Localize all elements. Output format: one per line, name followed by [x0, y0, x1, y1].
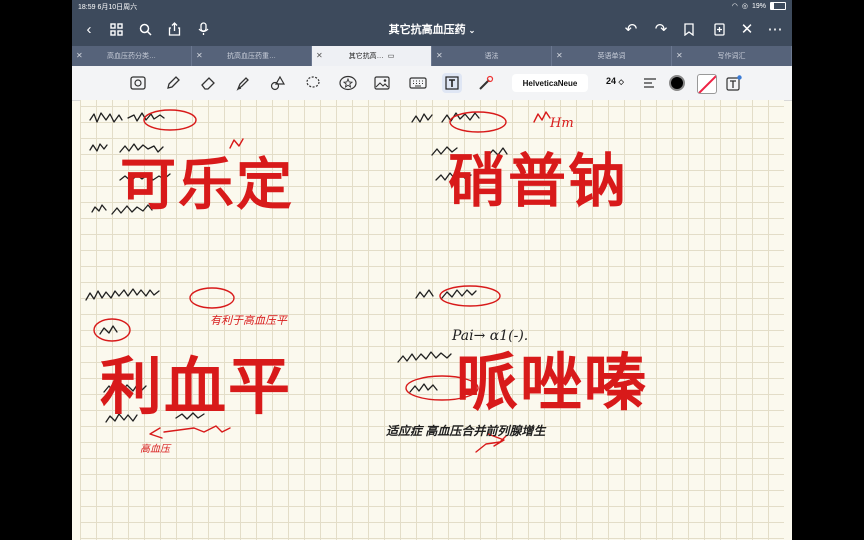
- drug-name-nitroprusside: 硝普钠: [448, 147, 629, 215]
- add-page-icon[interactable]: [708, 18, 730, 40]
- tab-1[interactable]: ✕ 高血压药分类…: [72, 46, 192, 66]
- handwritten-hm-note: Hm: [550, 116, 574, 131]
- page-icon: ▭: [387, 53, 395, 60]
- font-family-selector[interactable]: HelveticaNeue: [512, 74, 588, 92]
- drug-name-clonidine: 可乐定: [120, 153, 294, 218]
- handwritten-pai-note: Pai→ α1(-).: [452, 328, 529, 344]
- tab-4[interactable]: ✕ 语法: [432, 46, 552, 66]
- tab-close-icon[interactable]: ✕: [676, 51, 683, 60]
- shapes-tool-icon[interactable]: [268, 73, 288, 93]
- status-bar: 18:59 6月10日周六 ◠ ◎ 19%: [72, 0, 792, 12]
- tab-5[interactable]: ✕ 英语单词: [552, 46, 672, 66]
- tab-3-active[interactable]: ✕ 其它抗高… ▭: [312, 46, 432, 66]
- status-time-date: 18:59 6月10日周六: [78, 4, 138, 11]
- lasso-tool-icon[interactable]: [303, 73, 323, 93]
- tab-close-icon[interactable]: ✕: [556, 51, 563, 60]
- tab-close-icon[interactable]: ✕: [76, 51, 83, 60]
- stepper-icon: ◇: [618, 79, 624, 86]
- wifi-icon: ◠: [731, 3, 738, 10]
- highlighter-tool-icon[interactable]: [233, 73, 253, 93]
- text-tool-icon[interactable]: [442, 73, 462, 93]
- drawing-toolbar: HelveticaNeue 24 ◇: [72, 66, 792, 101]
- font-size-stepper[interactable]: 24 ◇: [606, 76, 624, 86]
- undo-icon[interactable]: ↶: [620, 18, 642, 40]
- document-tab-strip: ✕ 高血压药分类… ✕ 抗高血压药重… ✕ 其它抗高… ▭ ✕ 语法 ✕ 英语单词 ✕ 写作词…: [72, 46, 792, 66]
- document-scan-icon[interactable]: [128, 73, 148, 93]
- battery-level: [771, 3, 774, 9]
- battery-percent: 19%: [751, 2, 766, 10]
- tab-close-icon[interactable]: ✕: [196, 51, 203, 60]
- drug-name-reserpine: 利血平: [100, 350, 293, 423]
- handwritten-indication-note: 适应症 高血压合并前列腺增生: [386, 424, 546, 438]
- chevron-down-icon: ⌄: [468, 26, 476, 35]
- notes-app-window: 18:59 6月10日周六 ◠ ◎ 19% ‹ 其它抗高血压药 ⌄ ↶ ↷ ✕ …: [72, 0, 792, 540]
- navigation-bar: ‹ 其它抗高血压药 ⌄ ↶ ↷ ✕ ⋯: [72, 12, 792, 46]
- handwritten-side-note: 有利于高血压平: [210, 315, 287, 327]
- tab-2[interactable]: ✕ 抗高血压药重…: [192, 46, 312, 66]
- drug-name-prazosin: 哌唑嗪: [456, 346, 649, 419]
- elements-sticker-icon[interactable]: [338, 73, 358, 93]
- tab-close-icon[interactable]: ✕: [436, 51, 443, 60]
- notebook-page[interactable]: 可乐定 硝普钠 利血平 哌唑嗪 Hm 有利于高血压平 高血压 Pai→ α1(-…: [80, 100, 784, 540]
- text-align-icon[interactable]: [640, 73, 660, 93]
- bookmark-icon[interactable]: [678, 18, 700, 40]
- laser-pointer-icon[interactable]: [476, 73, 496, 93]
- more-options-icon[interactable]: ⋯: [764, 18, 786, 40]
- eraser-tool-icon[interactable]: [198, 73, 218, 93]
- pen-tool-icon[interactable]: [163, 73, 183, 93]
- handwritten-low-note: 高血压: [140, 444, 170, 455]
- background-color-swatch[interactable]: [697, 74, 717, 94]
- tab-close-icon[interactable]: ✕: [316, 51, 323, 60]
- close-icon[interactable]: ✕: [736, 18, 758, 40]
- image-insert-icon[interactable]: [372, 73, 392, 93]
- location-icon: ◎: [741, 3, 748, 10]
- keyboard-icon[interactable]: [408, 73, 428, 93]
- tab-6[interactable]: ✕ 写作词汇: [672, 46, 792, 66]
- text-color-swatch[interactable]: [669, 75, 685, 91]
- text-style-icon[interactable]: [724, 73, 744, 93]
- battery-icon: [770, 2, 786, 10]
- redo-icon[interactable]: ↷: [650, 18, 672, 40]
